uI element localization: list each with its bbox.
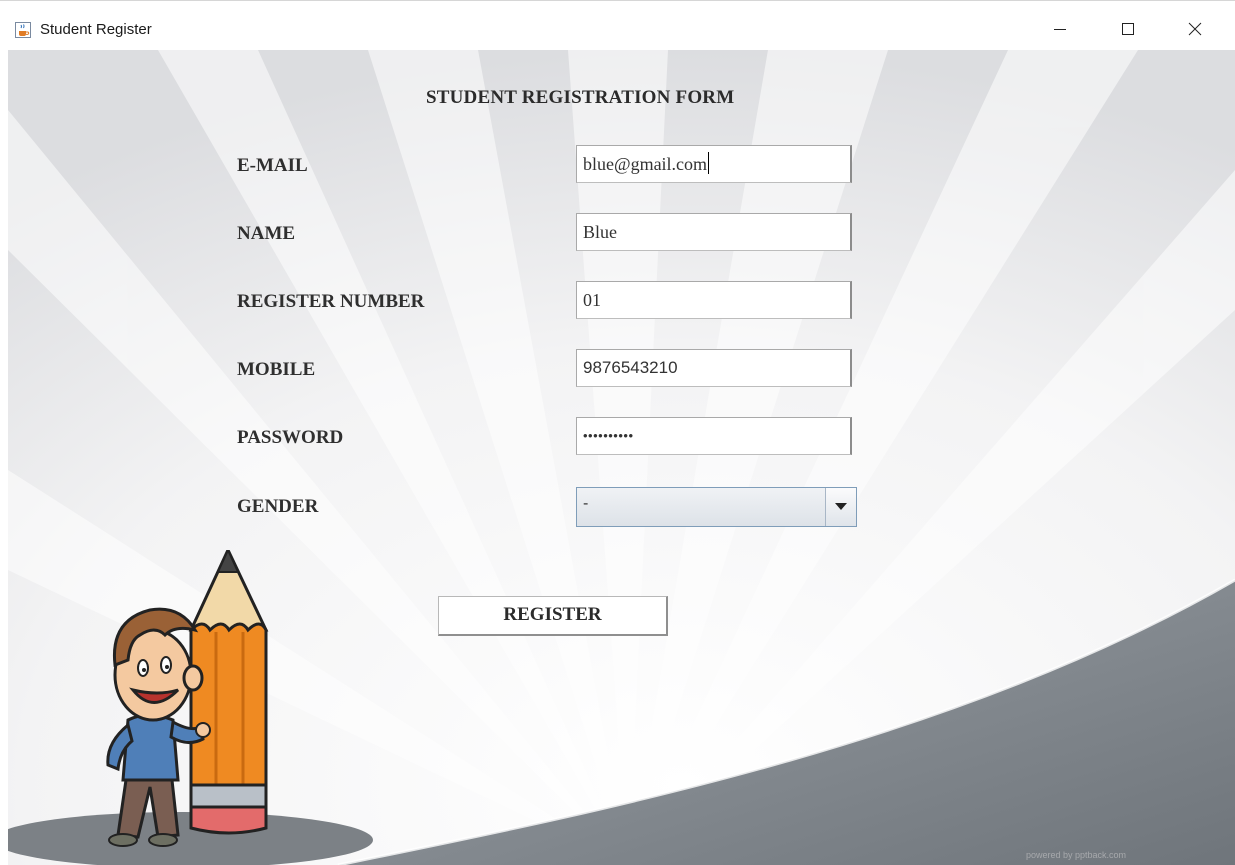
watermark-text: powered by pptback.com: [1026, 850, 1127, 860]
register-number-value: 01: [583, 290, 601, 310]
register-button[interactable]: REGISTER: [438, 596, 668, 636]
caret-down-icon: [835, 503, 847, 510]
app-window: Student Register STUDENT REGISTRATION FO…: [0, 0, 1235, 865]
password-label: PASSWORD: [237, 427, 344, 448]
close-icon: [1188, 22, 1202, 36]
minimize-icon: [1054, 29, 1066, 30]
window-title: Student Register: [40, 21, 152, 38]
password-value: ••••••••••: [583, 428, 634, 443]
title-bar: Student Register: [0, 0, 1235, 50]
register-number-field[interactable]: 01: [576, 281, 852, 319]
mobile-field[interactable]: 9876543210: [576, 349, 852, 387]
register-number-label: REGISTER NUMBER: [237, 291, 425, 312]
password-field[interactable]: ••••••••••: [576, 417, 852, 455]
gender-value: -: [583, 495, 589, 512]
minimize-button[interactable]: [1037, 11, 1083, 47]
name-label: NAME: [237, 223, 296, 244]
java-cup-icon: [15, 22, 31, 38]
email-field[interactable]: blue@gmail.com: [576, 145, 852, 183]
gender-label: GENDER: [237, 496, 319, 517]
text-cursor: [708, 152, 710, 174]
email-label: E-MAIL: [237, 155, 308, 176]
gender-select[interactable]: -: [576, 487, 857, 527]
name-field[interactable]: Blue: [576, 213, 852, 251]
name-value: Blue: [583, 222, 617, 242]
email-value: blue@gmail.com: [583, 154, 708, 174]
mobile-value: 9876543210: [583, 358, 678, 377]
mobile-label: MOBILE: [237, 359, 316, 380]
maximize-icon: [1122, 23, 1134, 35]
boy-with-pencil-illustration: [106, 550, 269, 847]
maximize-button[interactable]: [1105, 11, 1151, 47]
form-title: STUDENT REGISTRATION FORM: [426, 87, 735, 108]
gender-dropdown-button[interactable]: [825, 488, 856, 526]
form-panel: STUDENT REGISTRATION FORM E-MAIL blue@gm…: [8, 50, 1235, 865]
close-button[interactable]: [1172, 11, 1218, 47]
